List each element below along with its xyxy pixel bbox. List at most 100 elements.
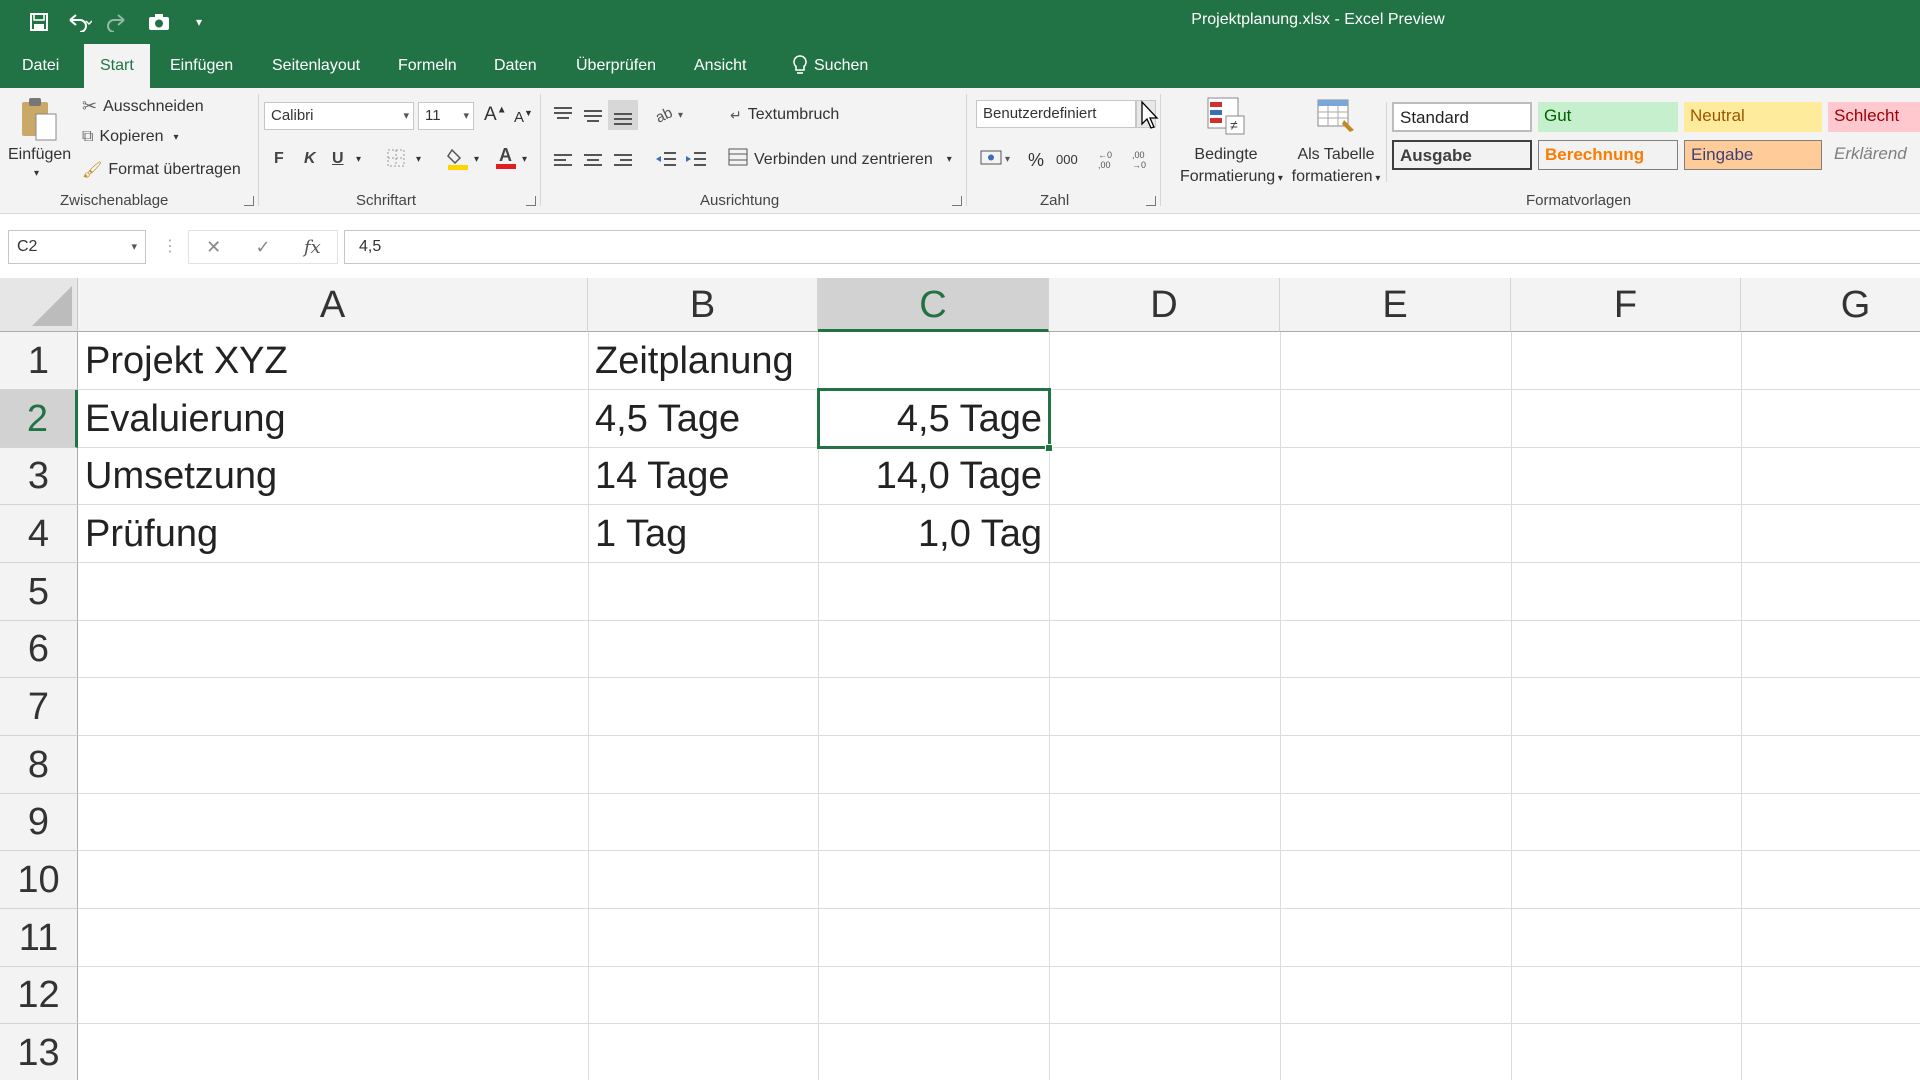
underline-button[interactable]: U — [332, 150, 344, 168]
increase-decimal-icon[interactable]: ←0,00 — [1098, 148, 1122, 175]
font-color-dropdown-icon[interactable]: ▾ — [522, 154, 527, 165]
copy-button[interactable]: ⧉ Kopieren ▾ — [82, 128, 179, 146]
tab-seitenlayout[interactable]: Seitenlayout — [260, 44, 372, 88]
format-as-table-icon[interactable] — [1316, 96, 1358, 141]
format-painter-button[interactable]: 🖌 Format übertragen — [82, 160, 241, 180]
font-color-icon[interactable]: A — [494, 144, 518, 175]
tab-ansicht[interactable]: Ansicht — [682, 44, 758, 88]
align-right-icon[interactable] — [612, 152, 634, 175]
row-header-4[interactable]: 4 — [0, 505, 78, 563]
cell-c4[interactable]: 1,0 Tag — [818, 505, 1049, 563]
select-all-button[interactable] — [0, 278, 78, 332]
style-berechnung[interactable]: Berechnung — [1538, 140, 1678, 170]
cancel-icon[interactable]: ✕ — [189, 237, 238, 258]
column-header-d[interactable]: D — [1049, 278, 1280, 332]
tab-start[interactable]: Start — [84, 44, 150, 88]
row-header-3[interactable]: 3 — [0, 448, 78, 505]
fill-handle[interactable] — [1045, 444, 1053, 452]
column-header-c[interactable]: C — [818, 278, 1049, 332]
column-header-b[interactable]: B — [588, 278, 818, 332]
style-neutral[interactable]: Neutral — [1684, 102, 1822, 132]
wrap-text-button[interactable]: ↵ Textumbruch — [730, 106, 839, 124]
merge-center-button[interactable]: Verbinden und zentrieren ▾ — [728, 148, 952, 171]
row-header-9[interactable]: 9 — [0, 794, 78, 851]
check-icon[interactable]: ✓ — [238, 237, 287, 258]
orientation-icon[interactable]: ab ▾ — [653, 104, 688, 129]
column-header-a[interactable]: A — [78, 278, 588, 332]
fill-color-icon[interactable] — [446, 146, 470, 175]
align-top-icon[interactable] — [552, 106, 574, 129]
alignment-launcher-icon[interactable] — [952, 196, 962, 206]
row-header-7[interactable]: 7 — [0, 678, 78, 736]
row-header-10[interactable]: 10 — [0, 851, 78, 909]
row-header-5[interactable]: 5 — [0, 563, 78, 621]
shrink-font-icon[interactable]: A▼ — [514, 108, 533, 126]
underline-dropdown-icon[interactable]: ▾ — [356, 154, 361, 165]
percent-button[interactable]: % — [1028, 150, 1044, 171]
align-middle-icon[interactable] — [582, 106, 604, 129]
grow-font-icon[interactable]: A▲ — [484, 104, 507, 126]
cut-button[interactable]: ✂ Ausschneiden — [82, 96, 204, 117]
column-header-f[interactable]: F — [1511, 278, 1741, 332]
font-name-select[interactable]: Calibri ▾ — [264, 102, 414, 130]
paste-icon[interactable] — [16, 96, 62, 142]
align-bottom-icon[interactable] — [608, 100, 638, 130]
cell-b2[interactable]: 4,5 Tage — [588, 390, 818, 448]
fill-color-dropdown-icon[interactable]: ▾ — [474, 154, 479, 165]
row-header-11[interactable]: 11 — [0, 909, 78, 967]
row-header-6[interactable]: 6 — [0, 621, 78, 678]
conditional-formatting-icon[interactable]: ≠ — [1206, 96, 1246, 141]
style-schlecht[interactable]: Schlecht — [1828, 102, 1920, 132]
merge-dropdown-icon[interactable]: ▾ — [947, 154, 952, 165]
cell-a1[interactable]: Projekt XYZ — [78, 332, 588, 390]
column-header-g[interactable]: G — [1741, 278, 1920, 332]
clipboard-launcher-icon[interactable] — [244, 196, 254, 206]
tab-daten[interactable]: Daten — [482, 44, 549, 88]
style-ausgabe[interactable]: Ausgabe — [1392, 140, 1532, 170]
cell-a3[interactable]: Umsetzung — [78, 448, 588, 505]
decrease-indent-icon[interactable] — [654, 150, 678, 175]
row-header-13[interactable]: 13 — [0, 1024, 78, 1080]
paste-dropdown-icon[interactable]: ▾ — [34, 168, 39, 179]
tab-datei[interactable]: Datei — [10, 44, 71, 88]
format-as-table-button[interactable]: Als Tabelle formatieren ▾ — [1290, 144, 1382, 190]
row-header-8[interactable]: 8 — [0, 736, 78, 794]
align-center-icon[interactable] — [582, 152, 604, 175]
currency-icon[interactable]: ▾ — [980, 148, 1016, 173]
font-launcher-icon[interactable] — [526, 196, 536, 206]
number-format-select[interactable]: Benutzerdefiniert — [976, 100, 1136, 128]
conditional-formatting-button[interactable]: Bedingte Formatierung ▾ — [1180, 144, 1283, 190]
cell-a2[interactable]: Evaluierung — [78, 390, 588, 448]
copy-dropdown-icon[interactable]: ▾ — [173, 132, 178, 143]
column-header-e[interactable]: E — [1280, 278, 1511, 332]
cell-b3[interactable]: 14 Tage — [588, 448, 818, 505]
row-header-12[interactable]: 12 — [0, 967, 78, 1024]
font-size-select[interactable]: 11 ▾ — [418, 102, 474, 130]
style-erklaerend[interactable]: Erklärend — [1828, 140, 1920, 170]
style-eingabe[interactable]: Eingabe — [1684, 140, 1822, 170]
search-box[interactable]: Suchen — [780, 44, 880, 88]
cell-a4[interactable]: Prüfung — [78, 505, 588, 563]
row-header-2[interactable]: 2 — [0, 390, 78, 448]
cell-b4[interactable]: 1 Tag — [588, 505, 818, 563]
bold-button[interactable]: F — [274, 150, 284, 168]
tab-ueberpruefen[interactable]: Überprüfen — [564, 44, 668, 88]
insert-function-icon[interactable]: fx — [288, 237, 337, 258]
thousands-button[interactable]: 000 — [1056, 152, 1078, 167]
paste-button[interactable]: Einfügen — [8, 146, 71, 164]
borders-icon[interactable] — [386, 148, 406, 173]
align-left-icon[interactable] — [552, 152, 574, 175]
cell-b1[interactable]: Zeitplanung — [588, 332, 818, 390]
italic-button[interactable]: K — [304, 150, 316, 168]
tab-formeln[interactable]: Formeln — [386, 44, 469, 88]
decrease-decimal-icon[interactable]: ,00 →0 — [1130, 148, 1154, 175]
number-launcher-icon[interactable] — [1146, 196, 1156, 206]
row-header-1[interactable]: 1 — [0, 332, 78, 390]
tab-einfuegen[interactable]: Einfügen — [158, 44, 245, 88]
cell-c3[interactable]: 14,0 Tage — [818, 448, 1049, 505]
style-standard[interactable]: Standard — [1392, 102, 1532, 132]
formula-input[interactable]: 4,5 — [344, 230, 1920, 264]
style-gut[interactable]: Gut — [1538, 102, 1678, 132]
borders-dropdown-icon[interactable]: ▾ — [416, 154, 421, 165]
increase-indent-icon[interactable] — [684, 150, 708, 175]
